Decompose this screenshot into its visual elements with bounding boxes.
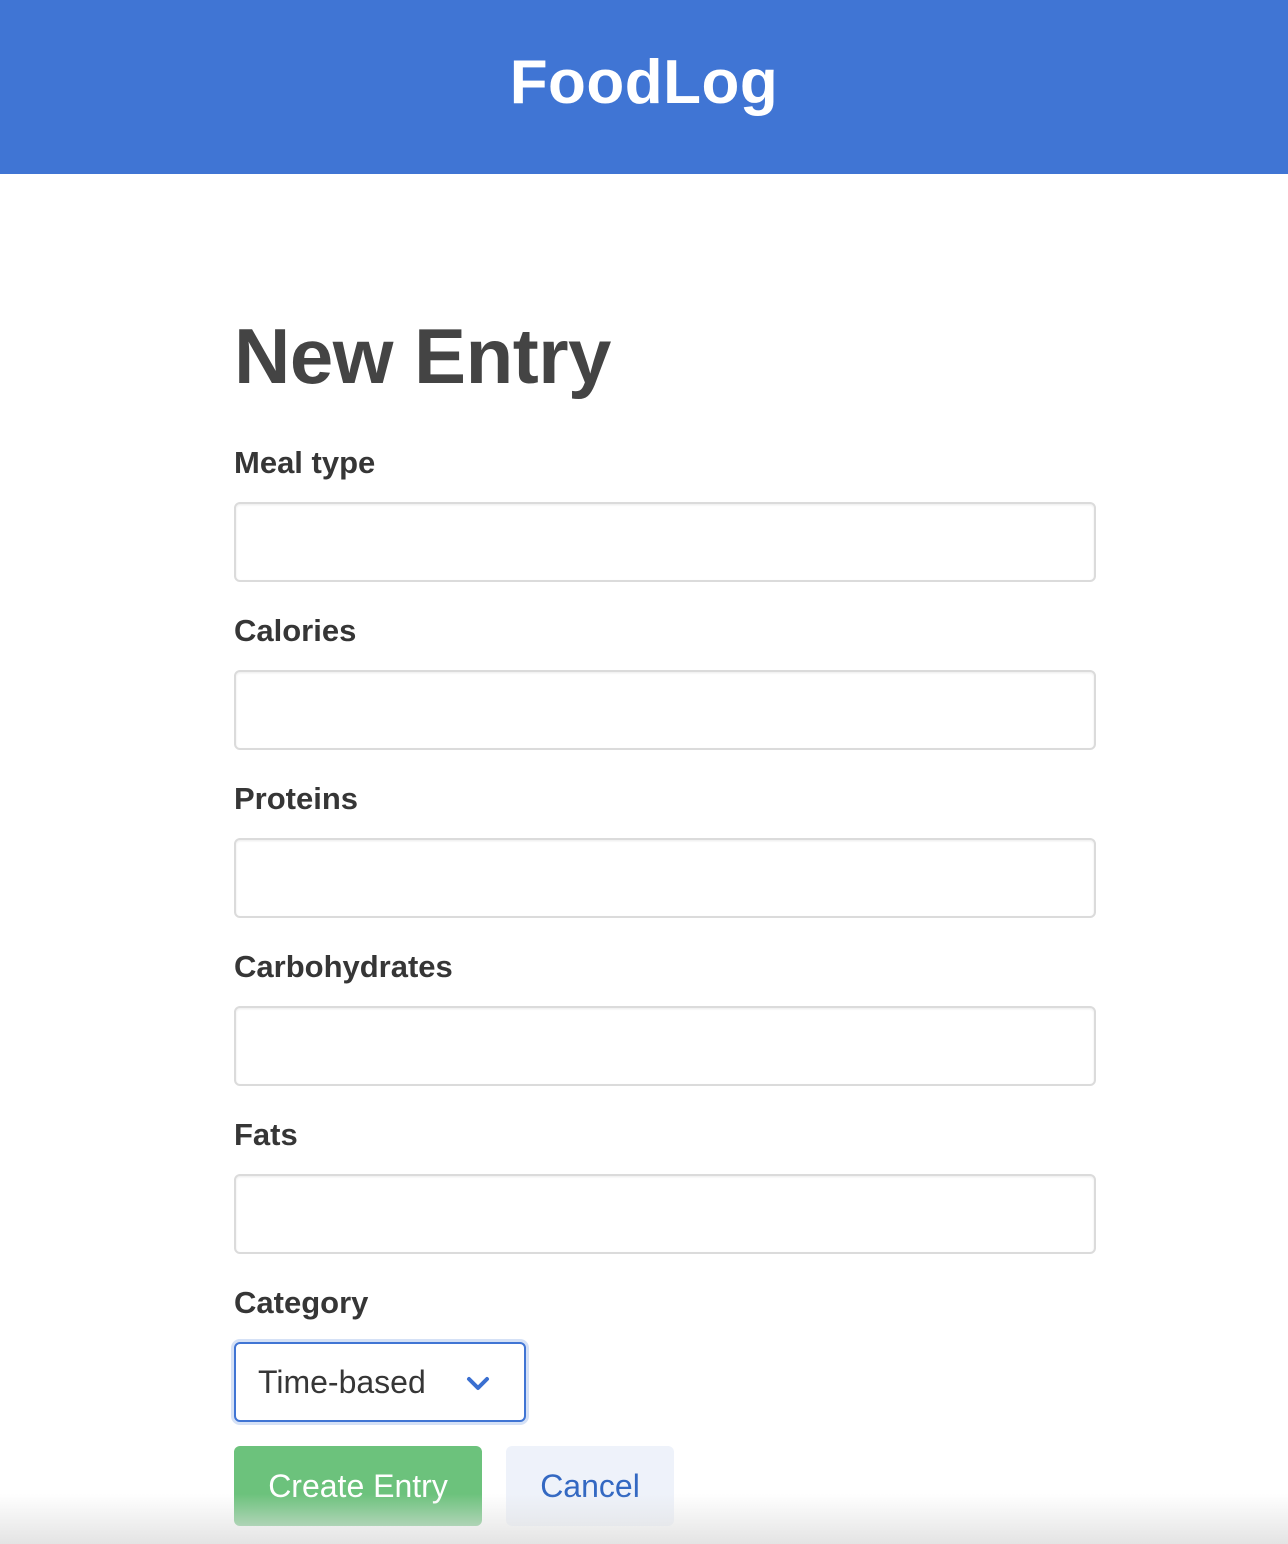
carbohydrates-label: Carbohydrates bbox=[234, 949, 453, 984]
fats-input[interactable] bbox=[234, 1174, 1096, 1254]
create-entry-button[interactable]: Create Entry bbox=[234, 1446, 482, 1526]
brand-logo[interactable]: FoodLog bbox=[510, 47, 779, 118]
calories-label: Calories bbox=[234, 613, 357, 648]
chevron-down-icon bbox=[467, 1377, 489, 1390]
page-title: New Entry bbox=[234, 312, 611, 400]
category-label: Category bbox=[234, 1285, 369, 1320]
meal-type-input[interactable] bbox=[234, 502, 1096, 582]
meal-type-label: Meal type bbox=[234, 445, 376, 480]
proteins-input[interactable] bbox=[234, 838, 1096, 918]
category-select[interactable]: Time-based bbox=[234, 1342, 526, 1422]
fats-label: Fats bbox=[234, 1117, 298, 1152]
proteins-label: Proteins bbox=[234, 781, 359, 816]
calories-input[interactable] bbox=[234, 670, 1096, 750]
top-navbar: FoodLog bbox=[0, 0, 1288, 174]
cancel-button[interactable]: Cancel bbox=[506, 1446, 674, 1526]
category-selected-value: Time-based bbox=[258, 1363, 426, 1400]
carbohydrates-input[interactable] bbox=[234, 1006, 1096, 1086]
page-heading-area: New Entry bbox=[234, 310, 1096, 402]
